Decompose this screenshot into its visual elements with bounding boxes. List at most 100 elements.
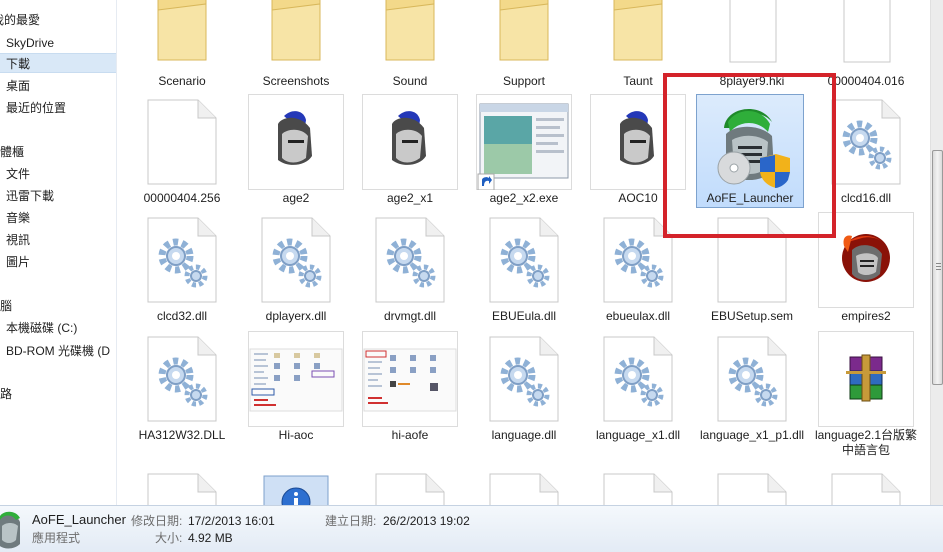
file-name: AoFE_Launcher (706, 191, 794, 205)
blank-file-icon (717, 217, 787, 303)
empires-helmet-icon (842, 234, 890, 282)
dll-gear-icon (717, 336, 787, 422)
file-name: HA312W32.DLL (138, 428, 226, 442)
scrollbar-grip (936, 269, 941, 270)
dll-gear-icon (603, 217, 673, 303)
file-name: Support (502, 74, 546, 88)
details-file-name: AoFE_Launcher (32, 512, 126, 527)
vertical-scrollbar[interactable] (930, 0, 943, 505)
nav-item-label: 網路 (0, 387, 13, 401)
nav-item-computer[interactable]: 電腦 (0, 296, 116, 316)
file-name: EBUEula.dll (491, 309, 557, 323)
nav-item-recent-places[interactable]: 最近的位置 (0, 98, 116, 118)
file-name: 8player9.hki (719, 74, 785, 88)
blank-file-icon (147, 473, 217, 505)
launcher-helmet-icon (0, 511, 20, 549)
nav-item-thunder-downloads[interactable]: 迅雷下載 (0, 186, 116, 206)
blank-file-icon (375, 473, 445, 505)
details-file-type: 應用程式 (32, 531, 81, 545)
nav-item-label: BD-ROM 光碟機 (D (6, 344, 110, 358)
details-size-value: 4.92 MB (188, 531, 233, 545)
file-name: AOC10 (618, 191, 658, 205)
nav-item-label: 本機磁碟 (C:) (6, 321, 78, 335)
launcher-helmet-icon (717, 109, 790, 188)
nav-item-label: 媒體櫃 (0, 145, 25, 159)
folder-icon (157, 0, 207, 61)
nav-item-videos[interactable]: 視訊 (0, 230, 116, 250)
dll-gear-icon (489, 217, 559, 303)
scrollbar-grip (936, 263, 941, 264)
nav-item-label: 文件 (6, 167, 31, 181)
file-name: language_x1.dll (595, 428, 681, 442)
blank-file-icon (603, 473, 673, 505)
winrar-archive-icon (846, 354, 886, 402)
folder-icon (385, 0, 435, 61)
nav-item-label: 視訊 (6, 233, 31, 247)
nav-item-downloads[interactable]: 下載 (0, 53, 116, 73)
details-modified-label: 修改日期: (131, 514, 183, 528)
file-name: Sound (392, 74, 428, 88)
nav-item-local-disk-c[interactable]: 本機磁碟 (C:) (0, 318, 116, 338)
nav-item-music[interactable]: 音樂 (0, 208, 116, 228)
scrollbar-grip (936, 266, 941, 267)
navigation-pane[interactable]: 我的最愛 SkyDrive 下載 桌面 最近的位置 媒體櫃 文件 迅雷下載 音樂… (0, 0, 117, 505)
file-name: language2.1台版繁中語言包 (814, 428, 918, 457)
nav-item-libraries[interactable]: 媒體櫃 (0, 142, 116, 162)
helmet-icon (278, 111, 312, 165)
dll-gear-icon (603, 336, 673, 422)
nav-item-documents[interactable]: 文件 (0, 164, 116, 184)
folder-icon (499, 0, 549, 61)
nav-item-label: SkyDrive (6, 36, 55, 50)
nav-item-label: 我的最愛 (0, 13, 41, 27)
details-modified-value: 17/2/2013 16:01 (188, 514, 275, 528)
nav-item-label: 下載 (6, 57, 31, 71)
file-name: 00000404.256 (143, 191, 221, 205)
nav-item-label: 電腦 (0, 299, 13, 313)
file-name: age2_x1 (386, 191, 434, 205)
file-name: age2 (282, 191, 310, 205)
file-name: drvmgt.dll (383, 309, 436, 323)
file-name: Scenario (158, 74, 206, 88)
blank-file-icon (489, 473, 559, 505)
nav-item-desktop[interactable]: 桌面 (0, 76, 116, 96)
nav-item-label: 桌面 (6, 79, 31, 93)
file-name: age2_x2.exe (489, 191, 559, 205)
dll-gear-icon (489, 336, 559, 422)
nav-item-pictures[interactable]: 圖片 (0, 252, 116, 272)
scrollbar-thumb[interactable] (932, 150, 943, 385)
dll-gear-icon (261, 217, 331, 303)
nav-item-skydrive[interactable]: SkyDrive (0, 33, 116, 53)
file-name: EBUSetup.sem (710, 309, 794, 323)
folder-icon (613, 0, 663, 61)
blank-file-icon (843, 0, 891, 63)
dll-gear-icon (147, 336, 217, 422)
info-window-icon (263, 475, 329, 505)
file-name: Hi-aoc (278, 428, 314, 442)
nav-item-bd-rom-d[interactable]: BD-ROM 光碟機 (D (0, 341, 116, 361)
dll-gear-icon (147, 217, 217, 303)
screenshot-thumbnail-icon (363, 348, 457, 412)
nav-item-label: 最近的位置 (6, 101, 67, 115)
file-name: Taunt (623, 74, 653, 88)
file-name: empires2 (841, 309, 891, 323)
helmet-icon (392, 111, 426, 165)
file-name: 00000404.016 (827, 74, 905, 88)
details-size-label: 大小: (155, 531, 183, 545)
screenshot-thumbnail-icon (249, 348, 343, 412)
nav-item-label: 圖片 (6, 255, 31, 269)
dll-gear-icon (831, 99, 901, 185)
blank-file-icon (729, 0, 777, 63)
file-name: language_x1_p1.dll (700, 428, 805, 442)
window-thumbnail-icon (477, 103, 569, 190)
helmet-icon (620, 111, 654, 165)
blank-file-icon (717, 473, 787, 505)
nav-item-network[interactable]: 網路 (0, 384, 116, 404)
nav-item-favorites[interactable]: 我的最愛 (0, 10, 116, 30)
file-name: dplayerx.dll (265, 309, 327, 323)
file-name: ebueulax.dll (605, 309, 671, 323)
file-list-view[interactable]: Scenario Screenshots Sound Support Taunt (118, 0, 930, 505)
nav-item-label: 音樂 (6, 211, 31, 225)
details-pane: AoFE_Launcher 應用程式 修改日期: 17/2/2013 16:01… (0, 505, 943, 552)
details-created-value: 26/2/2013 19:02 (383, 514, 470, 528)
blank-file-icon (147, 99, 217, 185)
